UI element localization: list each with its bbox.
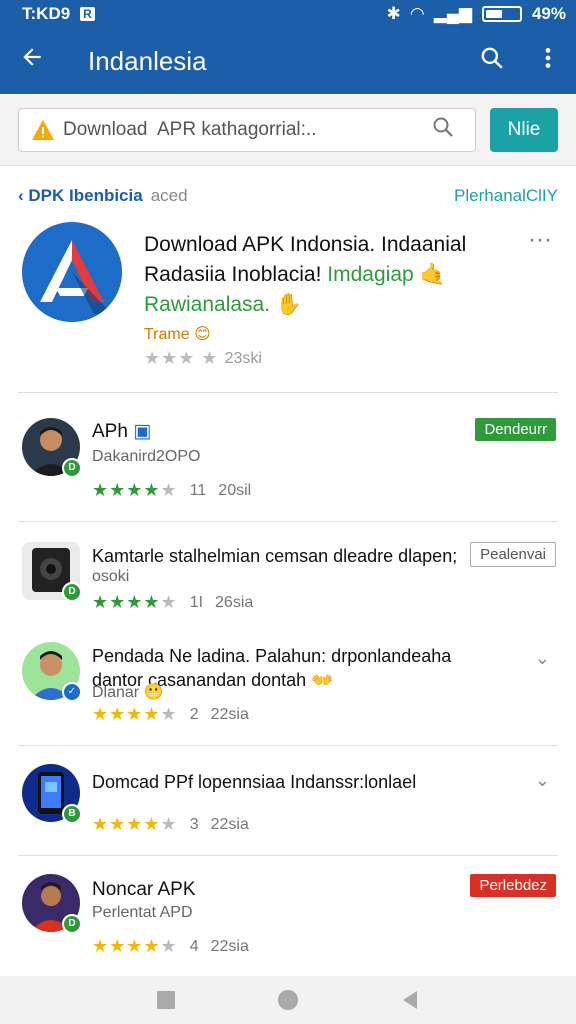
item-count: 1I <box>189 593 204 611</box>
signal-icon: ▂▄▆ <box>433 4 472 23</box>
home-circle-icon[interactable] <box>277 989 299 1011</box>
item-subtitle: Perlentat APD <box>92 904 193 921</box>
breadcrumb-link[interactable]: ‹ DPK Ibenbicia <box>18 186 143 206</box>
hand-emoji-icon: 🤙 <box>419 263 446 286</box>
item-count: 11 <box>189 481 207 499</box>
item-subtitle: Dakanird2OPO <box>92 448 201 465</box>
verified-badge-icon: B <box>62 804 82 824</box>
list-item[interactable]: B Domcad PPf lopennsiaa Indanssr:lonlael… <box>18 764 558 856</box>
recents-square-icon[interactable] <box>155 989 177 1011</box>
item-title-line-1: Pendada Ne ladina. Palahun: drponlandeah… <box>92 646 452 666</box>
hands-emoji-icon: 👐 <box>311 670 334 690</box>
battery-percent: 49% <box>531 4 566 23</box>
featured-line-3: Rawianalasa. <box>144 293 271 316</box>
notification-badge: R <box>80 7 95 21</box>
item-rating: ★★★★★ 2 22sia <box>92 704 249 725</box>
list-item[interactable]: D APh ▣ Dakanird2OPO ★★★★★ 11 20sil Dend… <box>18 418 558 522</box>
item-subtitle: osoki <box>92 568 130 585</box>
item-title-text: APh <box>92 421 128 442</box>
featured-line-2: Radasiia Inoblacia! <box>144 263 322 286</box>
item-rating: ★★★★★ 3 22sia <box>92 814 249 835</box>
app-logo-icon <box>22 222 122 322</box>
smile-emoji-icon: 😊 <box>194 326 211 343</box>
verified-badge-icon: ✓ <box>62 682 82 702</box>
item-rating: ★★★★★ 11 20sil <box>92 480 251 501</box>
search-input[interactable] <box>63 118 423 141</box>
item-subtitle: Dlanar 😬 <box>92 682 164 702</box>
breadcrumb-extra: aced <box>150 186 188 205</box>
star-rating-icon: ★★★★★ <box>92 592 178 612</box>
search-icon[interactable] <box>423 115 463 145</box>
star-rating-icon: ★★★★★ <box>92 814 178 834</box>
item-title: Domcad PPf lopennsiaa Indanssr:lonlael <box>92 772 417 792</box>
item-subtitle-text: Dlanar <box>92 684 140 701</box>
list-item[interactable]: ✓ Pendada Ne ladina. Palahun: drponlande… <box>18 642 558 746</box>
featured-rating: ★★★ ★ 23ski <box>144 348 262 369</box>
breadcrumb-label: DPK Ibenbicia <box>28 186 143 205</box>
breadcrumb: ‹ DPK Ibenbicia aced PlerhanalClIY <box>18 186 558 206</box>
item-count: 3 <box>189 815 199 833</box>
featured-line-2-highlight: Imdagiap <box>327 263 414 286</box>
gesture-emoji-icon: ✋ <box>275 293 303 316</box>
chevron-down-icon[interactable]: ⌄ <box>535 770 550 791</box>
item-count: 4 <box>189 937 199 955</box>
item-title: Kamtarle stalhelmian cemsan dleadre dlap… <box>92 546 458 566</box>
warning-icon <box>32 119 54 140</box>
verified-badge-icon: D <box>62 914 82 934</box>
item-title: Noncar APK <box>92 879 196 900</box>
item-date: 22sia <box>210 815 249 833</box>
item-date: 22sia <box>210 937 249 955</box>
download-button[interactable]: Dendeurr <box>475 418 556 441</box>
action-button[interactable]: Perlebdez <box>470 874 556 897</box>
featured-rating-count: 23ski <box>224 349 262 367</box>
featured-tag: Trame <box>144 326 190 343</box>
app-bar: Indanlesia <box>0 28 576 94</box>
page-title: Indanlesia <box>88 45 207 76</box>
chevron-down-icon[interactable]: ⌄ <box>535 648 550 669</box>
bluetooth-icon: ✱ <box>386 4 401 23</box>
item-count: 2 <box>189 705 199 723</box>
wifi-icon: ◠ <box>410 4 424 23</box>
search-submit-button[interactable]: Nlie <box>490 107 558 152</box>
item-date: 26sia <box>215 593 254 611</box>
star-rating-icon: ★★★ ★ <box>144 348 219 368</box>
back-arrow-icon[interactable] <box>0 44 64 78</box>
battery-icon <box>481 6 522 22</box>
verified-badge-icon: D <box>62 458 82 478</box>
verified-badge-icon: D <box>62 582 82 602</box>
preview-button[interactable]: Pealenvai <box>470 542 556 567</box>
item-title: APh ▣ <box>92 420 151 444</box>
featured-description: Download APK Indonsia. Indaanial Radasii… <box>144 230 504 350</box>
featured-app-card[interactable]: Download APK Indonsia. Indaanial Radasii… <box>18 218 558 393</box>
list-item[interactable]: D Kamtarle stalhelmian cemsan dleadre dl… <box>18 542 558 632</box>
search-row: Nlie <box>0 94 576 166</box>
star-rating-icon: ★★★★★ <box>92 936 178 956</box>
system-nav-bar <box>0 976 576 1024</box>
back-triangle-icon[interactable] <box>399 989 421 1011</box>
status-time: T:KD9 <box>22 4 71 23</box>
search-box[interactable] <box>18 107 476 152</box>
item-date: 22sia <box>210 705 249 723</box>
star-rating-icon: ★★★★★ <box>92 704 178 724</box>
list-item[interactable]: D Noncar APK Perlentat APD ★★★★★ 4 22sia… <box>18 874 558 964</box>
status-bar: T:KD9 R ✱ ◠ ▂▄▆ 49% <box>0 0 576 28</box>
featured-line-1: Download APK Indonsia. Indaanial <box>144 233 467 256</box>
item-date: 20sil <box>218 481 252 499</box>
breadcrumb-right-link[interactable]: PlerhanalClIY <box>454 186 558 206</box>
star-rating-icon: ★★★★★ <box>92 480 178 500</box>
item-rating: ★★★★★ 4 22sia <box>92 936 249 957</box>
more-vert-icon[interactable] <box>520 45 576 78</box>
grin-emoji-icon: 😬 <box>143 684 164 701</box>
more-options-icon[interactable]: ··· <box>528 226 552 254</box>
item-rating: ★★★★★ 1I 26sia <box>92 592 253 613</box>
search-icon[interactable] <box>464 45 520 78</box>
info-icon: ▣ <box>133 421 152 442</box>
